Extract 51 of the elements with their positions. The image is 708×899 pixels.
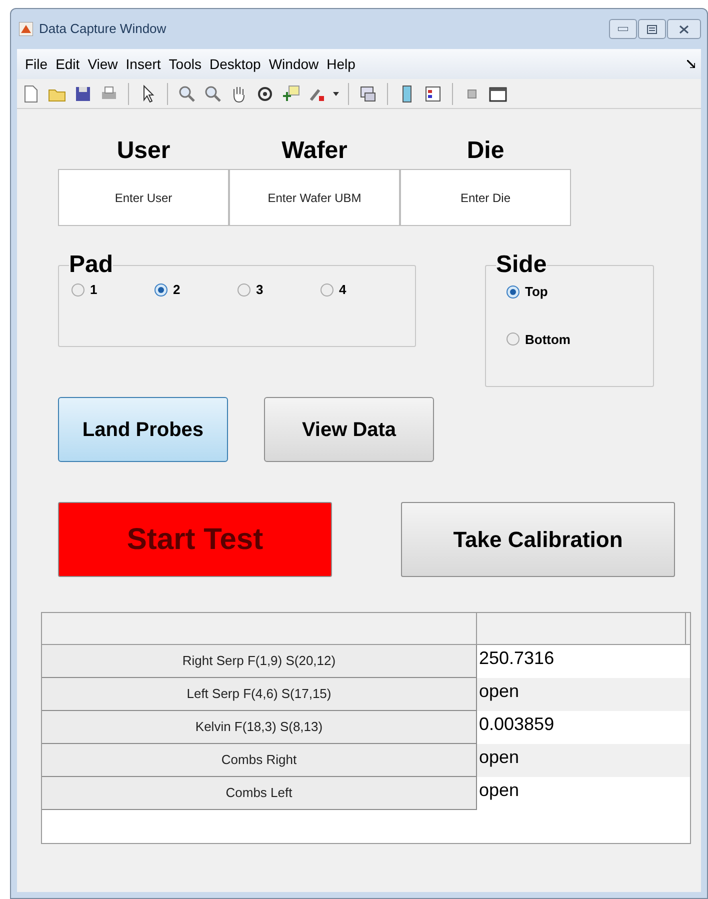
row-header: Kelvin F(18,3) S(8,13)	[42, 711, 477, 744]
menu-item[interactable]: View	[84, 54, 122, 74]
action-button[interactable]: Start Test	[58, 502, 332, 577]
action-button[interactable]: Take Calibration	[401, 502, 675, 577]
field-label: Wafer	[282, 137, 348, 165]
panel-title: Side	[496, 252, 547, 278]
field-label: Die	[466, 137, 504, 165]
menu-item[interactable]: Insert	[122, 54, 165, 74]
maximize-icon	[647, 24, 657, 34]
input-field[interactable]: Enter User	[58, 169, 229, 226]
action-button[interactable]: Land Probes	[58, 397, 228, 462]
legend-icon[interactable]	[423, 84, 443, 104]
dock-arrow-icon	[687, 60, 695, 68]
radio-label[interactable]: Bottom	[525, 330, 570, 349]
row-header: Right Serp F(1,9) S(20,12)	[42, 645, 477, 678]
menu-item[interactable]: File	[21, 54, 52, 74]
data-cursor-icon[interactable]	[281, 84, 301, 104]
app-icon	[19, 22, 33, 36]
menu-item[interactable]: Tools	[164, 54, 206, 74]
radio-label[interactable]: 3	[256, 280, 264, 300]
minimize-button[interactable]	[609, 19, 637, 39]
menu-item[interactable]: Edit	[52, 54, 84, 74]
menu-item[interactable]: Window	[264, 54, 323, 74]
row-header: Combs Left	[42, 777, 477, 810]
radio-label[interactable]: 4	[339, 280, 346, 300]
panel-title: Pad	[69, 252, 114, 278]
row-header: Combs Right	[42, 744, 477, 777]
field-label: User	[116, 137, 170, 165]
radio-button[interactable]	[320, 282, 334, 297]
minimize-icon	[618, 27, 628, 31]
table-cell: open	[477, 678, 690, 711]
radio-button[interactable]	[154, 282, 168, 297]
menu-item[interactable]: Help	[322, 54, 360, 74]
maximize-button[interactable]	[638, 19, 666, 39]
window-title: Data Capture Window	[39, 20, 166, 38]
action-button[interactable]: View Data	[264, 397, 434, 462]
radio-button[interactable]	[237, 282, 251, 297]
dropdown-arrow-icon[interactable]	[333, 92, 339, 96]
radio-button[interactable]	[506, 332, 520, 346]
radio-label[interactable]: Top	[525, 282, 548, 302]
table-cell: open	[477, 744, 690, 777]
input-field[interactable]: Enter Die	[400, 169, 571, 226]
radio-label[interactable]: 2	[173, 280, 180, 300]
input-field[interactable]: Enter Wafer UBM	[229, 169, 400, 226]
close-button[interactable]	[667, 19, 701, 39]
radio-label[interactable]: 1	[90, 280, 98, 300]
menu-item[interactable]: Desktop	[205, 54, 265, 74]
radio-button[interactable]	[506, 284, 520, 299]
radio-button[interactable]	[71, 282, 85, 297]
row-header: Left Serp F(4,6) S(17,15)	[42, 678, 477, 711]
close-icon	[679, 24, 689, 34]
